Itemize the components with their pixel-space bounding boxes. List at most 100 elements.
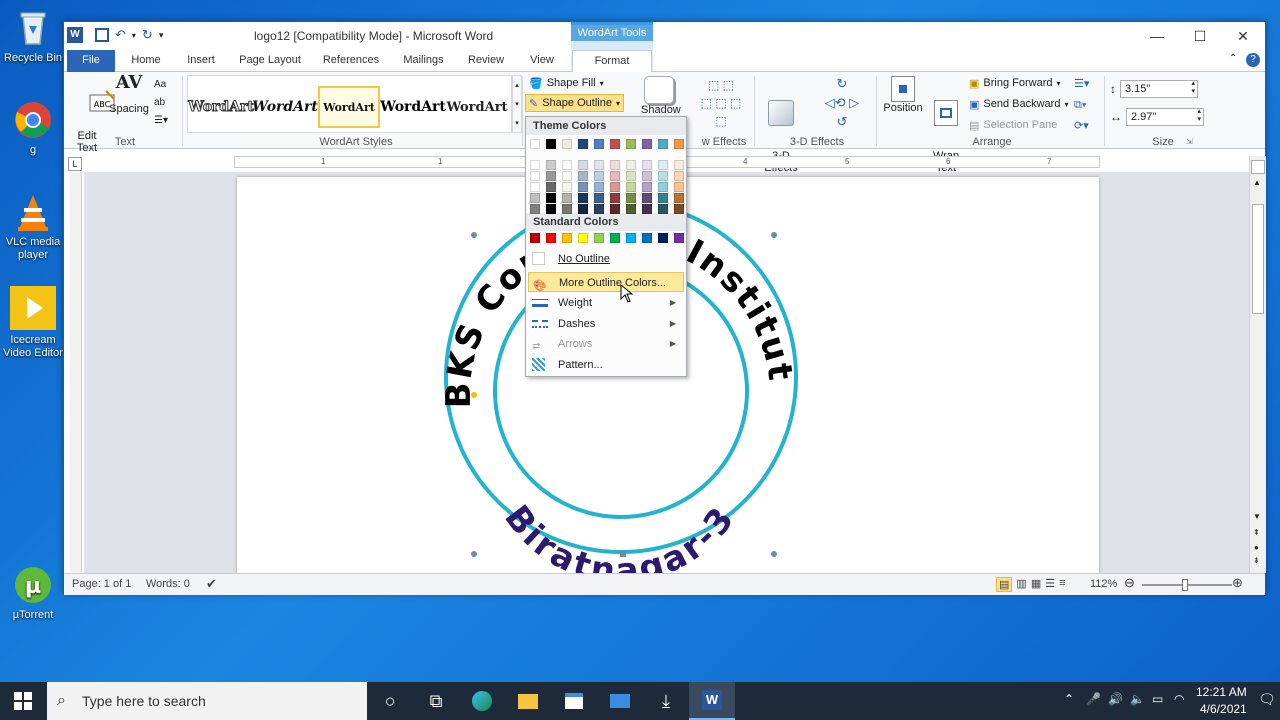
undo-icon[interactable]: ↶ — [115, 27, 126, 43]
theme-color-swatch[interactable] — [642, 139, 652, 149]
edge-icon[interactable] — [459, 682, 505, 720]
next-page-icon[interactable]: ⇟ — [1253, 556, 1260, 565]
even-height-icon[interactable]: Aa — [154, 76, 168, 94]
cortana-icon[interactable]: ○ — [367, 682, 413, 720]
theme-color-swatch[interactable] — [594, 171, 604, 181]
gallery-more-icon[interactable]: ▴ ▾ ▾ — [512, 75, 522, 133]
prev-page-icon[interactable]: ⇞ — [1253, 528, 1260, 537]
standard-color-swatch[interactable] — [530, 233, 540, 243]
speaker-icon[interactable]: 🔈 — [1130, 692, 1145, 706]
theme-color-swatch[interactable] — [562, 204, 572, 214]
theme-color-swatch[interactable] — [626, 182, 636, 192]
theme-color-swatch[interactable] — [546, 193, 556, 203]
theme-color-swatch[interactable] — [546, 182, 556, 192]
word-taskbar-icon[interactable]: W — [689, 682, 735, 720]
vertical-scrollbar[interactable]: ▲ ▼ ⇞ ● ⇟ — [1249, 156, 1266, 573]
tab-home[interactable]: Home — [126, 50, 166, 72]
theme-color-swatch[interactable] — [546, 160, 556, 170]
download-app-icon[interactable]: ⤓ — [643, 682, 689, 720]
full-screen-icon[interactable]: ▥ — [1016, 577, 1026, 592]
theme-color-swatch[interactable] — [626, 171, 636, 181]
standard-color-swatch[interactable] — [546, 233, 556, 243]
close-button[interactable]: ✕ — [1221, 22, 1265, 50]
theme-color-swatch[interactable] — [530, 160, 540, 170]
desktop-icon-recycle-bin[interactable]: Recycle Bin — [2, 8, 64, 65]
theme-color-swatch[interactable] — [610, 193, 620, 203]
theme-color-swatch[interactable] — [562, 160, 572, 170]
tab-references[interactable]: References — [318, 50, 384, 72]
vertical-ruler[interactable] — [70, 172, 82, 572]
zoom-slider[interactable] — [1142, 579, 1232, 591]
microphone-icon[interactable]: 🎤 — [1086, 692, 1101, 706]
wordart-style-1[interactable]: WordArt — [188, 86, 255, 128]
theme-color-swatch[interactable] — [626, 139, 636, 149]
theme-color-swatch[interactable] — [642, 193, 652, 203]
shape-fill-button[interactable]: 🪣 Shape Fill ▾ — [529, 74, 604, 92]
task-view-icon[interactable]: ⧉ — [413, 682, 459, 720]
wifi-icon[interactable]: ◠ — [1174, 692, 1184, 706]
ruler-view-icon[interactable] — [1251, 160, 1265, 174]
dropdown-icon[interactable]: ▾ — [132, 31, 136, 40]
tab-format[interactable]: Format — [572, 50, 652, 73]
bring-forward-button[interactable]: ▣ Bring Forward ▾ — [969, 74, 1061, 92]
notifications-icon[interactable]: 🗨 — [1258, 691, 1276, 708]
more-outline-colors-item[interactable]: 🎨 More Outline Colors... — [528, 272, 684, 292]
chevron-up-icon[interactable]: ⌃ — [1064, 692, 1074, 706]
theme-color-swatch[interactable] — [658, 139, 668, 149]
desktop-icon-vlc[interactable]: VLC media player — [2, 192, 64, 262]
mail-icon[interactable] — [597, 682, 643, 720]
draft-icon[interactable]: ≡ — [1059, 577, 1065, 592]
scroll-up-icon[interactable]: ▲ — [1253, 178, 1261, 187]
standard-color-swatch[interactable] — [658, 233, 668, 243]
tab-page-layout[interactable]: Page Layout — [234, 50, 306, 72]
no-outline-item[interactable]: No Outline — [528, 249, 684, 269]
theme-color-swatch[interactable] — [578, 139, 588, 149]
theme-color-swatch[interactable] — [546, 171, 556, 181]
theme-color-swatch[interactable] — [530, 139, 540, 149]
redo-icon[interactable]: ↻ — [142, 27, 153, 43]
theme-color-swatch[interactable] — [626, 160, 636, 170]
spinner-icon[interactable]: ▴ ▾ — [1197, 108, 1201, 124]
spinner-icon[interactable]: ▴ ▾ — [1191, 80, 1195, 96]
shape-outline-button[interactable]: ✎ Shape Outline ▾ — [525, 94, 624, 112]
tilt-icons[interactable]: ↻ ◁⟲ ▷ ↺ — [812, 74, 872, 132]
standard-color-swatch[interactable] — [642, 233, 652, 243]
standard-color-swatch[interactable] — [578, 233, 588, 243]
volume-icon[interactable]: 🔊 — [1108, 692, 1123, 706]
tab-mailings[interactable]: Mailings — [396, 50, 451, 72]
taskbar-search-box[interactable]: ⌕ Type here to search — [47, 682, 367, 720]
theme-color-swatch[interactable] — [610, 139, 620, 149]
battery-icon[interactable]: ▭ — [1152, 692, 1163, 706]
spacing-button[interactable]: AV Spacing — [108, 74, 150, 116]
theme-color-swatch[interactable] — [610, 171, 620, 181]
file-explorer-icon[interactable] — [505, 682, 551, 720]
theme-color-swatch[interactable] — [578, 171, 588, 181]
align-text-icon[interactable]: ☰▾ — [154, 112, 168, 130]
tab-view[interactable]: View — [522, 50, 562, 72]
wordart-style-3[interactable]: WordArt — [318, 86, 380, 128]
position-button[interactable]: Position — [882, 76, 924, 114]
standard-color-swatch[interactable] — [562, 233, 572, 243]
theme-color-swatch[interactable] — [610, 182, 620, 192]
clock-date[interactable]: 4/6/2021 — [1200, 702, 1247, 716]
send-backward-button[interactable]: ▣ Send Backward ▾ — [969, 95, 1068, 113]
align-group-icons[interactable]: ☰▾ ⧉▾ ⟳▾ — [1074, 74, 1102, 137]
start-button[interactable] — [0, 682, 46, 720]
zoom-in-icon[interactable]: ⊕ — [1232, 575, 1243, 591]
outline-icon[interactable]: ☰ — [1045, 577, 1055, 592]
theme-color-swatch[interactable] — [674, 182, 684, 192]
web-layout-icon[interactable]: ▦ — [1031, 577, 1041, 592]
theme-color-swatch[interactable] — [546, 139, 556, 149]
wordart-style-4[interactable]: WordArt — [380, 86, 446, 128]
theme-color-swatch[interactable] — [594, 160, 604, 170]
clock-time[interactable]: 12:21 AM — [1196, 685, 1247, 699]
tab-insert[interactable]: Insert — [180, 50, 222, 72]
theme-color-swatch[interactable] — [674, 160, 684, 170]
theme-color-swatch[interactable] — [642, 204, 652, 214]
standard-color-swatch[interactable] — [626, 233, 636, 243]
desktop-icon-chrome[interactable]: g — [2, 100, 64, 157]
theme-color-swatch[interactable] — [610, 204, 620, 214]
nudge-shadow-icons[interactable]: ⬚ ⬚ ⬚ ⬚ ⬚ ⬚ — [692, 76, 750, 130]
tab-review[interactable]: Review — [462, 50, 510, 72]
theme-color-swatch[interactable] — [658, 182, 668, 192]
